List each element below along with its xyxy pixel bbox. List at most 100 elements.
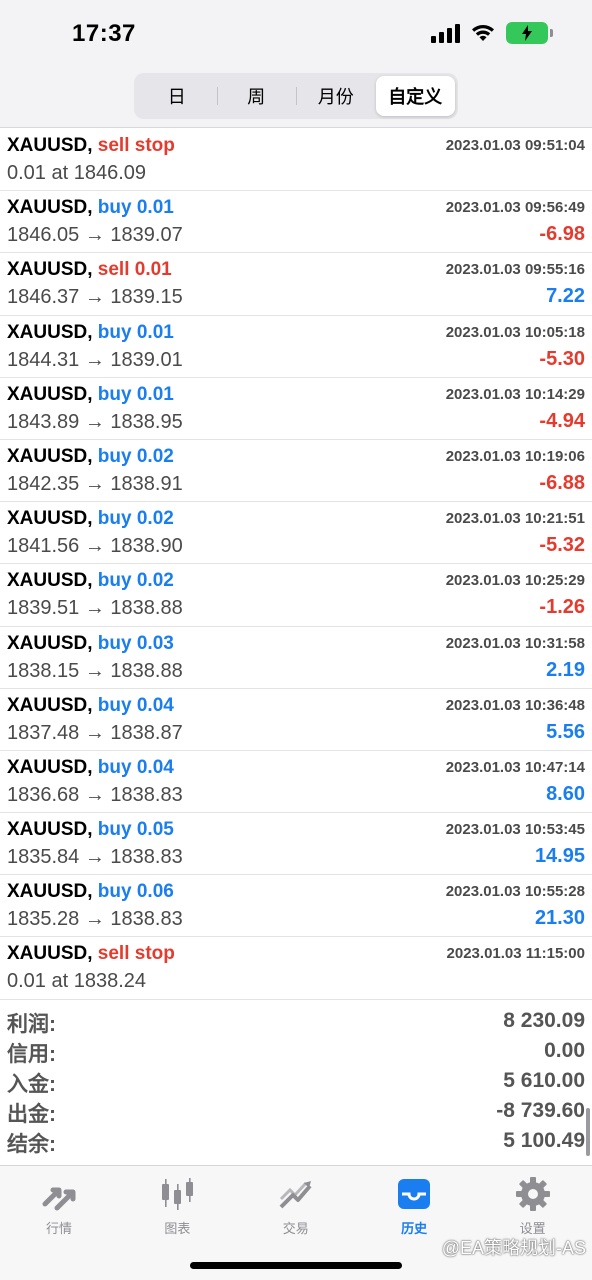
deal-direction: buy 0.02 xyxy=(97,445,174,467)
tab-label: 历史 xyxy=(401,1221,428,1236)
deal-time: 2023.01.03 10:21:51 xyxy=(445,510,585,528)
tab-trade-trend[interactable]: 交易 xyxy=(237,1174,355,1237)
deal-direction: buy 0.01 xyxy=(97,383,174,405)
deal-time: 2023.01.03 10:31:58 xyxy=(445,634,585,652)
deal-time: 2023.01.03 10:14:29 xyxy=(445,385,585,403)
summary-label: 入金: xyxy=(7,1073,56,1096)
summary-value: 0.00 xyxy=(544,1039,585,1062)
tab-period-1[interactable]: 周 xyxy=(216,76,297,116)
deal-time: 2023.01.03 10:55:28 xyxy=(445,883,585,901)
summary-value: 8 230.09 xyxy=(503,1009,585,1032)
deal-direction: buy 0.04 xyxy=(97,694,174,716)
deal-row[interactable]: XAUUSD, buy 0.01 2023.01.03 09:56:49 1846.… xyxy=(0,191,592,254)
home-indicator[interactable] xyxy=(190,1262,402,1269)
deal-direction: buy 0.01 xyxy=(97,197,174,219)
deal-profit: -1.26 xyxy=(539,596,585,619)
summary-label: 结余: xyxy=(7,1133,56,1156)
watermark: @EA策略规划-AS xyxy=(441,1238,586,1258)
summary-row: 出金: -8 739.60 xyxy=(0,1098,592,1128)
period-segmented-control: 日周月份 自定义 xyxy=(134,73,458,119)
deal-price: 1842.35 → 1838.91 xyxy=(7,472,183,495)
deal-direction: buy 0.04 xyxy=(97,756,174,778)
deal-row[interactable]: XAUUSD, buy 0.02 2023.01.03 10:21:51 1841.… xyxy=(0,502,592,565)
tab-label: 图表 xyxy=(164,1221,191,1236)
deal-direction: sell 0.01 xyxy=(97,259,172,281)
deal-time: 2023.01.03 10:19:06 xyxy=(445,447,585,465)
deal-row[interactable]: XAUUSD, sell stop 2023.01.03 09:51:04 0.01… xyxy=(0,129,592,192)
tab-label: 行情 xyxy=(45,1221,72,1236)
deal-direction: buy 0.02 xyxy=(97,570,174,592)
deal-profit: 5.56 xyxy=(546,720,585,743)
deal-profit: -6.98 xyxy=(539,223,585,246)
deal-row[interactable]: XAUUSD, buy 0.02 2023.01.03 10:25:29 1839.… xyxy=(0,564,592,627)
cellular-signal-icon xyxy=(431,23,460,43)
deal-time: 2023.01.03 10:25:29 xyxy=(445,572,585,590)
deal-title: XAUUSD, buy 0.03 xyxy=(7,633,174,655)
deal-symbol: XAUUSD, xyxy=(7,570,93,592)
deal-direction: sell stop xyxy=(97,943,175,965)
deal-profit: -5.32 xyxy=(539,534,585,557)
summary-row: 结余: 5 100.49 xyxy=(0,1128,592,1158)
deal-time: 2023.01.03 10:53:45 xyxy=(445,821,585,839)
deal-price: 1835.84 → 1838.83 xyxy=(7,846,183,869)
history-inbox-icon xyxy=(394,1174,434,1214)
deal-row[interactable]: XAUUSD, buy 0.02 2023.01.03 10:19:06 1842.… xyxy=(0,440,592,503)
deal-title: XAUUSD, buy 0.01 xyxy=(7,197,174,219)
deal-symbol: XAUUSD, xyxy=(7,943,93,965)
summary-row: 信用: 0.00 xyxy=(0,1038,592,1068)
deal-row[interactable]: XAUUSD, sell stop 2023.01.03 11:15:00 0.01… xyxy=(0,937,592,1000)
deal-price: 1841.56 → 1838.90 xyxy=(7,535,183,558)
history-list: XAUUSD, sell stop 2023.01.03 09:51:04 0.01… xyxy=(0,129,592,1000)
deal-symbol: XAUUSD, xyxy=(7,819,93,841)
tab-gear[interactable]: 设置 xyxy=(474,1174,592,1237)
tab-period-2[interactable]: 月份 xyxy=(296,76,376,116)
deal-time: 2023.01.03 10:47:14 xyxy=(445,758,585,776)
tab-history-inbox[interactable]: 历史 xyxy=(355,1174,473,1237)
deal-row[interactable]: XAUUSD, sell 0.01 2023.01.03 09:55:16 1846… xyxy=(0,253,592,316)
deal-symbol: XAUUSD, xyxy=(7,632,93,654)
deal-row[interactable]: XAUUSD, buy 0.04 2023.01.03 10:47:14 1836.… xyxy=(0,751,592,814)
deal-symbol: XAUUSD, xyxy=(7,321,93,343)
deal-row[interactable]: XAUUSD, buy 0.01 2023.01.03 10:14:29 1843.… xyxy=(0,378,592,440)
deal-title: XAUUSD, sell stop xyxy=(7,135,175,157)
deal-direction: buy 0.01 xyxy=(97,321,174,343)
deal-time: 2023.01.03 11:15:00 xyxy=(446,945,585,963)
deal-symbol: XAUUSD, xyxy=(7,445,93,467)
deal-price: 0.01 at 1838.24 xyxy=(7,970,147,993)
deal-row[interactable]: XAUUSD, buy 0.04 2023.01.03 10:36:48 1837.… xyxy=(0,689,592,751)
deal-row[interactable]: XAUUSD, buy 0.06 2023.01.03 10:55:28 1835.… xyxy=(0,875,592,938)
deal-title: XAUUSD, sell stop xyxy=(7,943,175,965)
status-bar: 17:37 xyxy=(0,0,592,68)
deal-price: 1844.31 → 1839.01 xyxy=(7,348,183,371)
tab-candlestick-chart[interactable]: 图表 xyxy=(118,1174,236,1237)
deal-symbol: XAUUSD, xyxy=(7,383,93,405)
tab-period-0[interactable]: 日 xyxy=(137,76,217,116)
deal-direction: buy 0.03 xyxy=(97,632,174,654)
deal-price: 1846.05 → 1839.07 xyxy=(7,224,183,247)
summary-value: 5 100.49 xyxy=(503,1129,585,1152)
quotes-arrows-icon xyxy=(39,1174,79,1214)
deal-profit: -4.94 xyxy=(539,409,585,432)
summary-label: 出金: xyxy=(7,1103,56,1126)
scroll-indicator[interactable] xyxy=(586,1108,590,1156)
deal-title: XAUUSD, buy 0.04 xyxy=(7,695,174,717)
deal-profit: 7.22 xyxy=(546,285,585,308)
deal-row[interactable]: XAUUSD, buy 0.01 2023.01.03 10:05:18 1844.… xyxy=(0,316,592,378)
tab-quotes-arrows[interactable]: 行情 xyxy=(0,1174,118,1237)
candlestick-chart-icon xyxy=(157,1174,197,1214)
deal-title: XAUUSD, buy 0.05 xyxy=(7,819,174,841)
deal-time: 2023.01.03 09:55:16 xyxy=(445,261,585,279)
deal-profit: 8.60 xyxy=(546,782,585,805)
deal-direction: buy 0.05 xyxy=(97,819,174,841)
deal-price: 1843.89 → 1838.95 xyxy=(7,410,183,433)
deal-time: 2023.01.03 09:51:04 xyxy=(445,137,585,154)
tab-period-3[interactable]: 自定义 xyxy=(375,76,455,116)
deal-price: 1836.68 → 1838.83 xyxy=(7,783,183,806)
deal-time: 2023.01.03 10:36:48 xyxy=(445,696,585,714)
deal-symbol: XAUUSD, xyxy=(7,135,93,156)
status-icons xyxy=(431,22,553,44)
deal-row[interactable]: XAUUSD, buy 0.03 2023.01.03 10:31:58 1838.… xyxy=(0,627,592,689)
account-summary: 利润: 8 230.09 信用: 0.00 入金: 5 610.00 出金: -8 739.6… xyxy=(0,1008,592,1158)
deal-price: 1835.28 → 1838.83 xyxy=(7,908,183,931)
deal-row[interactable]: XAUUSD, buy 0.05 2023.01.03 10:53:45 1835.… xyxy=(0,813,592,876)
